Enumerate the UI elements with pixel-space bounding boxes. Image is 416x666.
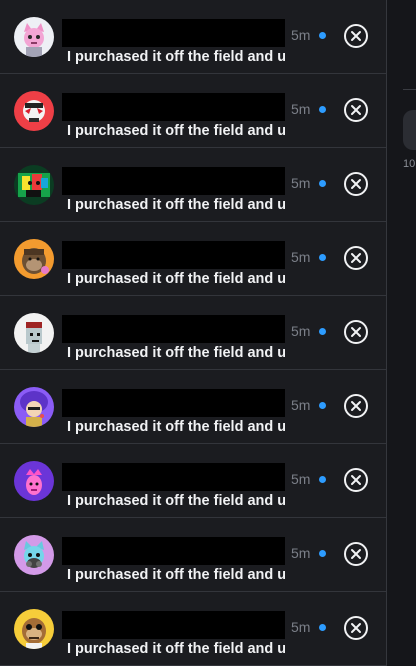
redacted-username — [62, 241, 285, 269]
close-icon — [351, 549, 361, 559]
notification-message: I purchased it off the field and u — [67, 345, 285, 361]
unread-dot — [319, 328, 326, 335]
notification-item[interactable]: I purchased it off the field and u 5m — [0, 592, 386, 666]
notification-time: 5m — [291, 27, 311, 43]
right-panel: 10 — [387, 0, 416, 666]
redacted-username — [62, 167, 285, 195]
close-button[interactable] — [344, 394, 368, 418]
notification-message: I purchased it off the field and u — [67, 271, 285, 287]
redacted-username — [62, 611, 285, 639]
unread-dot — [319, 476, 326, 483]
notification-item[interactable]: I purchased it off the field and u 5m — [0, 74, 386, 148]
right-panel-divider — [403, 89, 416, 90]
close-icon — [351, 475, 361, 485]
close-icon — [351, 401, 361, 411]
notification-item[interactable]: I purchased it off the field and u 5m — [0, 296, 386, 370]
notification-message: I purchased it off the field and u — [67, 641, 285, 657]
monster-art-avatar — [14, 165, 54, 205]
unread-dot — [319, 32, 326, 39]
unread-dot — [319, 180, 326, 187]
unread-dot — [319, 550, 326, 557]
close-icon — [351, 179, 361, 189]
notification-item[interactable]: I purchased it off the field and u 5m — [0, 148, 386, 222]
purple-hair-avatar — [14, 387, 54, 427]
close-button[interactable] — [344, 616, 368, 640]
notification-message: I purchased it off the field and u — [67, 419, 285, 435]
purple-bg-character-avatar — [14, 461, 54, 501]
redacted-username — [62, 537, 285, 565]
redacted-username — [62, 93, 285, 121]
redacted-username — [62, 389, 285, 417]
notification-time: 5m — [291, 101, 311, 117]
pixel-punk-avatar — [14, 313, 54, 353]
notification-time: 5m — [291, 397, 311, 413]
notification-time: 5m — [291, 175, 311, 191]
yellow-ape-avatar — [14, 609, 54, 649]
unread-dot — [319, 254, 326, 261]
close-button[interactable] — [344, 320, 368, 344]
unread-dot — [319, 402, 326, 409]
close-button[interactable] — [344, 172, 368, 196]
notification-item[interactable]: I purchased it off the field and unde 5m — [0, 0, 386, 74]
close-button[interactable] — [344, 98, 368, 122]
close-icon — [351, 327, 361, 337]
app-window: I purchased it off the field and unde 5m… — [0, 0, 416, 666]
redacted-username — [62, 19, 285, 47]
close-icon — [351, 105, 361, 115]
notification-time: 5m — [291, 545, 311, 561]
redacted-username — [62, 315, 285, 343]
notification-message: I purchased it off the field and u — [67, 567, 285, 583]
redacted-username — [62, 463, 285, 491]
partial-count-text: 10 — [403, 158, 416, 170]
notification-message: I purchased it off the field and unde — [67, 49, 285, 65]
ape-avatar — [14, 239, 54, 279]
close-icon — [351, 623, 361, 633]
unread-dot — [319, 106, 326, 113]
notification-message: I purchased it off the field and u — [67, 123, 285, 139]
close-button[interactable] — [344, 542, 368, 566]
notification-item[interactable]: I purchased it off the field and u 5m — [0, 222, 386, 296]
notification-time: 5m — [291, 619, 311, 635]
close-button[interactable] — [344, 468, 368, 492]
red-robot-avatar — [14, 91, 54, 131]
close-button[interactable] — [344, 24, 368, 48]
gasmask-cat-avatar — [14, 535, 54, 575]
close-icon — [351, 253, 361, 263]
notification-item[interactable]: I purchased it off the field and u 5m — [0, 444, 386, 518]
notification-time: 5m — [291, 323, 311, 339]
notification-message: I purchased it off the field and u — [67, 493, 285, 509]
unread-dot — [319, 624, 326, 631]
pink-cat-avatar — [14, 17, 54, 57]
partial-card — [403, 110, 416, 150]
notification-list: I purchased it off the field and unde 5m… — [0, 0, 387, 666]
notification-item[interactable]: I purchased it off the field and u 5m — [0, 370, 386, 444]
notification-item[interactable]: I purchased it off the field and u 5m — [0, 518, 386, 592]
close-icon — [351, 31, 361, 41]
close-button[interactable] — [344, 246, 368, 270]
notification-time: 5m — [291, 471, 311, 487]
notification-message: I purchased it off the field and u — [67, 197, 285, 213]
notification-time: 5m — [291, 249, 311, 265]
